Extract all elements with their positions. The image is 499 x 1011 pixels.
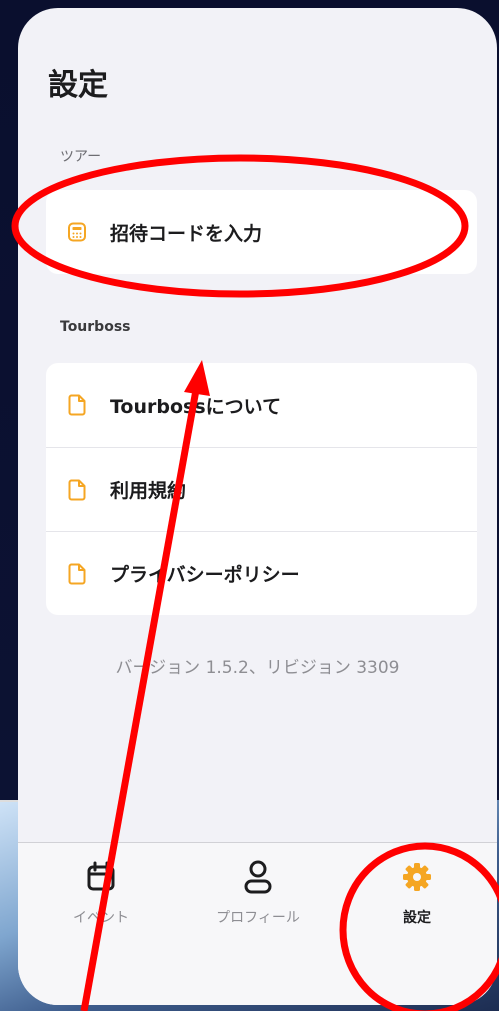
calendar-icon: [21, 857, 181, 897]
section-label-tour: ツアー: [60, 149, 102, 165]
tourboss-card: Tourbossについて 利用規約 プライバシーポリシー: [46, 363, 477, 615]
document-icon: [66, 394, 88, 416]
document-icon: [66, 563, 88, 585]
settings-sheet: 設定 ツアー 招待コードを入力 Tourboss Tourbossについて 利用…: [18, 8, 497, 1005]
section-label-tourboss: Tourboss: [60, 319, 131, 335]
version-text: バージョン 1.5.2、リビジョン 3309: [115, 658, 400, 678]
tab-bar: イベント プロフィール 設定: [18, 842, 497, 1005]
tour-card: 招待コードを入力: [46, 190, 477, 274]
invite-code-row[interactable]: 招待コードを入力: [46, 190, 477, 274]
person-icon: [178, 857, 338, 897]
gear-icon: [337, 857, 497, 897]
tab-settings-label: 設定: [403, 910, 431, 926]
tab-profile[interactable]: プロフィール: [178, 857, 338, 927]
tab-settings[interactable]: 設定: [337, 857, 497, 927]
privacy-policy-label: プライバシーポリシー: [110, 564, 300, 586]
calculator-icon: [66, 221, 88, 243]
page-title: 設定: [48, 68, 108, 103]
privacy-policy-row[interactable]: プライバシーポリシー: [46, 531, 477, 615]
about-tourboss-label: Tourbossについて: [110, 395, 282, 418]
tab-events-label: イベント: [73, 910, 129, 926]
terms-row[interactable]: 利用規約: [46, 447, 477, 531]
document-icon: [66, 479, 88, 501]
about-tourboss-row[interactable]: Tourbossについて: [46, 363, 477, 447]
tab-events[interactable]: イベント: [21, 857, 181, 927]
terms-label: 利用規約: [110, 480, 187, 502]
invite-code-label: 招待コードを入力: [110, 222, 263, 245]
tab-profile-label: プロフィール: [216, 910, 300, 926]
